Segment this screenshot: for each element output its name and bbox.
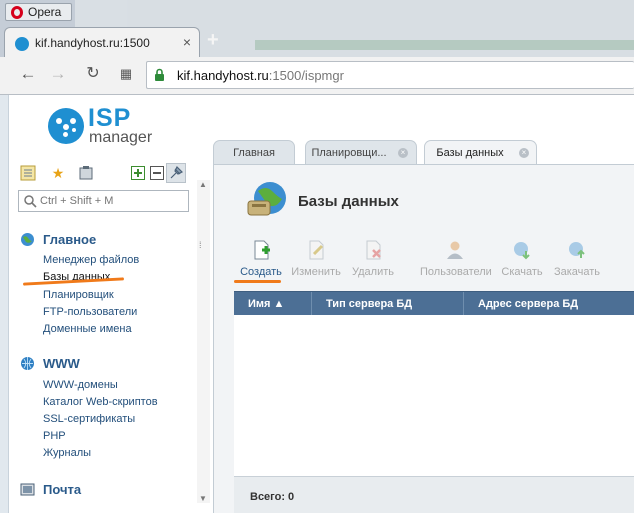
forward-arrow-icon[interactable]: →: [48, 64, 68, 84]
app-tab-bar: Главная Планировщи... × Базы данных ×: [213, 140, 634, 166]
collapse-all-icon[interactable]: [147, 163, 167, 183]
table-footer: Всего: 0: [234, 476, 634, 513]
sidebar-scrollbar[interactable]: ▲ ⁞ ▼: [197, 180, 210, 503]
browser-toolbar: ← → ↻ ▦ kif.handyhost.ru:1500/ispmgr: [0, 57, 634, 95]
sidebar-item-ftp-users[interactable]: FTP-пользователи: [43, 306, 137, 318]
edit-icon: [309, 240, 324, 260]
opera-menu-label: Opera: [28, 5, 62, 19]
search-icon: [24, 195, 37, 208]
window-left-edge: [0, 95, 9, 513]
sidebar-item-php[interactable]: PHP: [43, 430, 66, 442]
database-globe-icon: [247, 182, 286, 216]
column-header-db-address[interactable]: Адрес сервера БД: [464, 292, 634, 316]
background-row: [255, 40, 634, 50]
column-header-name[interactable]: Имя ▲: [234, 292, 312, 316]
delete-icon: [366, 240, 381, 260]
main-panel: Базы данных Создать Изменить Удалить Пол…: [213, 164, 634, 513]
sidebar-toolbar: ★: [18, 163, 190, 185]
sidebar-item-logs[interactable]: Журналы: [43, 447, 91, 459]
tree-view-icon[interactable]: [18, 163, 38, 183]
ispmanager-app: ISP manager ★ Главное Менеджер файлов Ба…: [0, 95, 634, 513]
address-bar[interactable]: kif.handyhost.ru:1500/ispmgr: [146, 61, 634, 89]
lock-icon: [155, 68, 164, 81]
tab-scheduler[interactable]: Планировщи... ×: [305, 140, 417, 165]
sidebar-item-web-scripts[interactable]: Каталог Web-скриптов: [43, 396, 158, 408]
download-icon: [514, 242, 530, 260]
sidebar-group-label: Главное: [43, 232, 97, 247]
table-body: [234, 315, 634, 476]
favicon-icon: [15, 37, 29, 51]
opera-logo-icon: [11, 6, 23, 19]
annotation-underline: [234, 280, 281, 283]
create-icon: [254, 240, 270, 260]
upload-icon: [569, 242, 585, 258]
table-total-count: Всего: 0: [250, 491, 295, 503]
apps-grid-icon[interactable]: ▦: [116, 64, 136, 84]
sidebar-item-www-domains[interactable]: WWW-домены: [43, 379, 118, 391]
www-globe-icon: [21, 357, 34, 370]
pin-icon[interactable]: [166, 163, 186, 183]
tab-home[interactable]: Главная: [213, 140, 295, 165]
tab-databases[interactable]: Базы данных ×: [424, 140, 537, 166]
table-header: Имя ▲ Тип сервера БД Адрес сервера БД: [234, 291, 634, 316]
sidebar-item-file-manager[interactable]: Менеджер файлов: [43, 254, 139, 266]
new-tab-button[interactable]: +: [207, 30, 225, 50]
user-icon: [447, 241, 463, 259]
scroll-down-icon[interactable]: ▼: [199, 494, 207, 503]
mail-icon: [20, 483, 35, 496]
tab-close-icon[interactable]: ×: [398, 148, 408, 158]
search-input[interactable]: [40, 193, 185, 209]
ispmanager-logo[interactable]: ISP manager: [48, 104, 163, 146]
reload-icon[interactable]: ↻: [83, 64, 103, 84]
logo-sub-text: manager: [89, 129, 153, 146]
tab-close-icon[interactable]: ×: [183, 34, 191, 50]
sidebar-search[interactable]: [18, 190, 189, 212]
expand-all-icon[interactable]: [128, 163, 148, 183]
opera-menu-button[interactable]: Opera: [5, 3, 72, 21]
globe-icon: [21, 233, 34, 246]
browser-tab-title: kif.handyhost.ru:1500: [35, 36, 150, 50]
column-header-db-type[interactable]: Тип сервера БД: [312, 292, 464, 316]
scroll-up-icon[interactable]: ▲: [199, 180, 207, 189]
sidebar-group-label: WWW: [43, 356, 80, 371]
page-title: Базы данных: [298, 193, 399, 210]
browser-chrome: Opera kif.handyhost.ru:1500 × + ← → ↻ ▦ …: [0, 0, 634, 95]
sidebar-item-domains[interactable]: Доменные имена: [43, 323, 132, 335]
browser-tab[interactable]: kif.handyhost.ru:1500 ×: [4, 27, 200, 58]
tab-close-icon[interactable]: ×: [519, 148, 529, 158]
star-icon[interactable]: ★: [48, 163, 68, 183]
dashboard-icon[interactable]: [76, 163, 96, 183]
scroll-grip-icon[interactable]: ⁞: [199, 240, 202, 250]
ispmanager-logo-icon: [48, 108, 84, 144]
url-text[interactable]: kif.handyhost.ru:1500/ispmgr: [177, 68, 344, 83]
sidebar-item-scheduler[interactable]: Планировщик: [43, 289, 114, 301]
sidebar-item-ssl-certificates[interactable]: SSL-сертификаты: [43, 413, 135, 425]
back-arrow-icon[interactable]: ←: [18, 64, 38, 84]
sidebar-group-label: Почта: [43, 482, 82, 497]
